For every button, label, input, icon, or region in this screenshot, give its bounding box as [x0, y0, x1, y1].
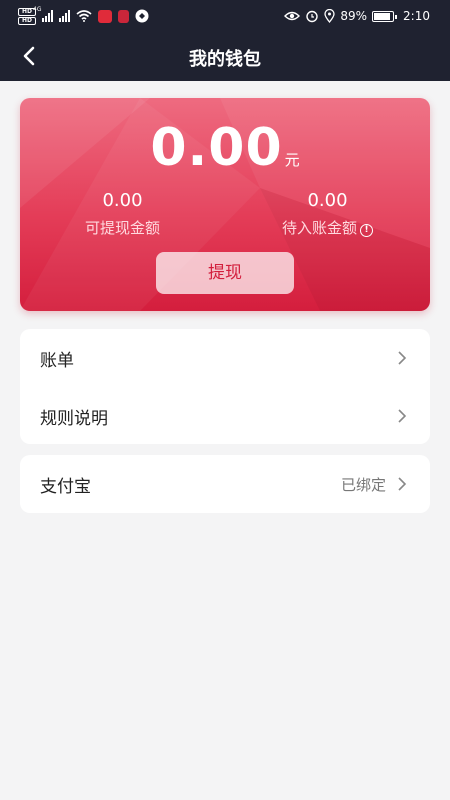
alipay-row-right: 已绑定 [341, 455, 408, 513]
rules-row[interactable]: 规则说明 [20, 387, 430, 445]
menu-group: 账单 规则说明 [20, 329, 430, 444]
payment-group: 支付宝 已绑定 [20, 455, 430, 513]
withdraw-button[interactable]: 提现 [156, 252, 294, 294]
withdrawable-section: 0.00 可提现金额 [20, 190, 225, 238]
withdrawable-label: 可提现金额 [84, 219, 160, 237]
chevron-right-icon [398, 409, 407, 423]
signal-icon: 4G [33, 6, 53, 22]
wallet-balance-card: 0.00 元 0.00 可提现金额 0.00 待入账金额! 提现 [20, 98, 430, 311]
page-title: 我的钱包 [189, 49, 261, 70]
chevron-right-icon [398, 477, 407, 491]
pending-amount: 0.00 [307, 190, 348, 211]
status-bar: HD HD 4G 89% 2:10 [0, 0, 450, 32]
balance-unit: 元 [284, 151, 300, 169]
clock: 2:10 [403, 9, 430, 23]
network-type: 4G [33, 6, 42, 13]
bill-row-right [396, 329, 408, 387]
battery-percent: 89% [340, 9, 368, 23]
chevron-right-icon [398, 351, 407, 365]
balance-display: 0.00 元 [20, 118, 430, 178]
app-notification-icon [135, 9, 149, 23]
pending-label: 待入账金额 [281, 219, 357, 237]
wifi-icon [76, 10, 92, 22]
battery-icon [372, 10, 398, 22]
alipay-row[interactable]: 支付宝 已绑定 [20, 455, 430, 513]
rules-label: 规则说明 [40, 408, 108, 429]
app-notification-icon [118, 9, 129, 23]
eye-icon [284, 11, 301, 21]
alipay-status: 已绑定 [340, 475, 386, 494]
balance-amount: 0.00 [150, 118, 283, 178]
signal-icon-2 [59, 10, 70, 22]
bill-label: 账单 [40, 350, 74, 371]
bill-row[interactable]: 账单 [20, 329, 430, 387]
location-icon [324, 9, 336, 23]
withdrawable-amount: 0.00 [102, 190, 143, 211]
alarm-icon [306, 10, 319, 23]
rules-row-right [396, 387, 408, 445]
info-icon[interactable]: ! [360, 224, 373, 237]
navigation-bar: 我的钱包 [0, 32, 450, 81]
status-left: HD HD 4G [18, 5, 149, 27]
pending-label-wrap: 待入账金额! [225, 217, 430, 238]
alipay-label: 支付宝 [40, 476, 91, 497]
status-right: 89% 2:10 [284, 5, 430, 27]
app-notification-icon [98, 9, 112, 23]
pending-section: 0.00 待入账金额! [225, 190, 430, 238]
